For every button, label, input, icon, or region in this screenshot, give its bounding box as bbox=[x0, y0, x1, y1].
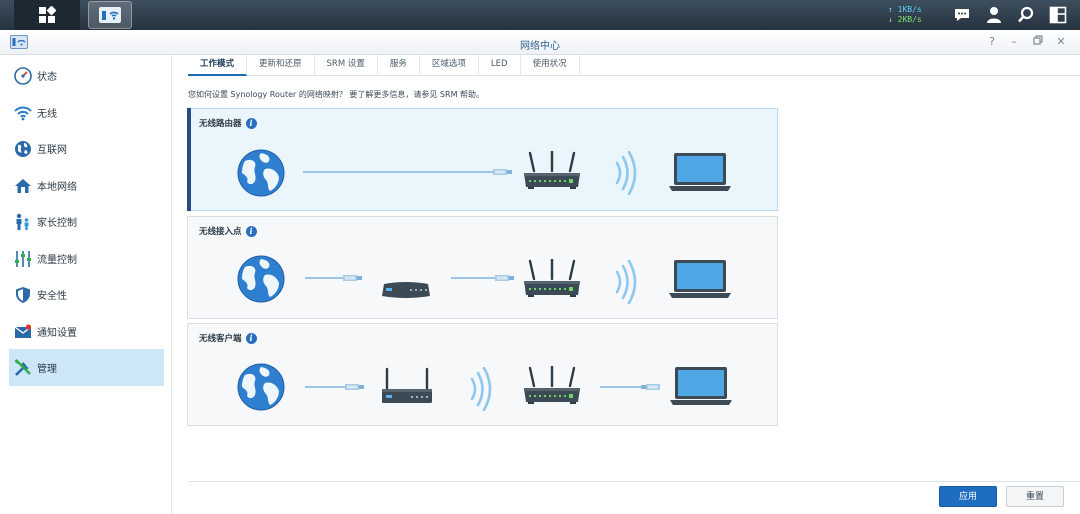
main-menu-button[interactable] bbox=[14, 0, 80, 30]
tab-operation-mode[interactable]: 工作模式 bbox=[188, 55, 248, 76]
mode-wireless-access-point[interactable]: 无线接入点 i bbox=[187, 216, 778, 319]
modem-icon bbox=[382, 282, 430, 298]
sidebar-item-administration[interactable]: 管理 bbox=[9, 349, 164, 386]
reset-button[interactable]: 重置 bbox=[1006, 486, 1064, 507]
cable-plug-icon bbox=[641, 384, 660, 390]
notification-icon bbox=[14, 323, 32, 341]
wifi-waves-icon bbox=[615, 260, 637, 304]
network-center-taskbar-button[interactable] bbox=[88, 1, 132, 29]
apply-button[interactable]: 应用 bbox=[939, 486, 997, 507]
wifi-waves-icon bbox=[615, 151, 637, 195]
upload-speed: 1KB/s bbox=[897, 5, 922, 14]
window-titlebar[interactable]: 网络中心 ? – ✕ bbox=[0, 30, 1080, 55]
internet-globe-icon bbox=[237, 363, 285, 411]
sidebar: 状态 无线 互联网 本地网络 家长控制 流量控制 安全性 通知设置 管理 bbox=[0, 55, 172, 514]
upload-arrow-icon: ↑ bbox=[888, 5, 893, 14]
sidebar-item-label: 管理 bbox=[37, 364, 57, 375]
network-center-app-icon bbox=[99, 7, 121, 23]
globe-icon bbox=[14, 140, 32, 158]
close-icon: ✕ bbox=[1056, 35, 1066, 48]
speedometer-icon bbox=[14, 66, 32, 85]
restore-button[interactable] bbox=[1031, 35, 1045, 49]
cable-plug-icon bbox=[493, 169, 512, 175]
mode-wireless-router[interactable]: 无线路由器 i bbox=[187, 108, 778, 211]
network-speed-indicator: ↑ 1KB/s ↓ 2KB/s bbox=[888, 5, 922, 25]
download-arrow-icon: ↓ bbox=[888, 15, 893, 24]
search-button[interactable] bbox=[1016, 5, 1036, 25]
sidebar-item-traffic-control[interactable]: 流量控制 bbox=[9, 240, 164, 277]
sidebar-item-wireless[interactable]: 无线 bbox=[9, 94, 164, 131]
sidebar-item-parental-control[interactable]: 家长控制 bbox=[9, 203, 164, 240]
tab-usage-status[interactable]: 使用状况 bbox=[521, 55, 580, 76]
sidebar-item-notification[interactable]: 通知设置 bbox=[9, 313, 164, 350]
router-icon bbox=[522, 366, 582, 406]
user-icon bbox=[987, 7, 1001, 23]
internet-globe-icon bbox=[237, 149, 285, 197]
access-point-diagram bbox=[237, 255, 731, 304]
footer-divider bbox=[188, 481, 1080, 482]
help-button[interactable]: ? bbox=[985, 35, 999, 49]
cable-plug-icon bbox=[495, 275, 514, 281]
tab-update-restore[interactable]: 更新和还原 bbox=[247, 55, 315, 76]
restore-icon bbox=[1033, 35, 1043, 45]
sidebar-item-label: 本地网络 bbox=[37, 182, 77, 193]
minimize-button[interactable]: – bbox=[1007, 35, 1021, 49]
sidebar-item-local-network[interactable]: 本地网络 bbox=[9, 167, 164, 204]
tab-led[interactable]: LED bbox=[479, 55, 521, 76]
sidebar-item-label: 互联网 bbox=[37, 145, 67, 156]
sidebar-item-label: 状态 bbox=[37, 72, 57, 83]
home-network-icon bbox=[14, 177, 32, 195]
tab-bar: 工作模式 更新和还原 SRM 设置 服务 区域选项 LED 使用状况 bbox=[188, 55, 1080, 76]
wifi-waves-icon bbox=[470, 367, 492, 411]
sidebar-item-internet[interactable]: 互联网 bbox=[9, 130, 164, 167]
sidebar-item-security[interactable]: 安全性 bbox=[9, 276, 164, 313]
close-button[interactable]: ✕ bbox=[1054, 35, 1068, 49]
wifi-icon bbox=[14, 104, 32, 122]
sliders-icon bbox=[14, 250, 32, 268]
cable-plug-icon bbox=[345, 384, 364, 390]
mode-description: 您如何设置 Synology Router 的网络映射？ 要了解更多信息，请参见… bbox=[188, 90, 485, 99]
sidebar-item-label: 通知设置 bbox=[37, 328, 77, 339]
sidebar-item-label: 无线 bbox=[37, 109, 57, 120]
shield-icon bbox=[14, 286, 32, 304]
taskbar: ↑ 1KB/s ↓ 2KB/s bbox=[0, 0, 1080, 30]
search-icon bbox=[1018, 6, 1034, 23]
mode-wireless-client[interactable]: 无线客户端 i bbox=[187, 323, 778, 426]
sidebar-item-status[interactable]: 状态 bbox=[9, 57, 164, 94]
download-speed: 2KB/s bbox=[897, 15, 922, 24]
widgets-button[interactable] bbox=[1048, 5, 1068, 25]
sidebar-item-label: 流量控制 bbox=[37, 255, 77, 266]
family-icon bbox=[14, 213, 32, 231]
laptop-icon bbox=[669, 153, 731, 191]
user-button[interactable] bbox=[984, 5, 1004, 25]
router-icon bbox=[522, 151, 582, 191]
internet-globe-icon bbox=[237, 255, 285, 303]
tab-regional-options[interactable]: 区域选项 bbox=[420, 55, 479, 76]
router-icon bbox=[522, 259, 582, 299]
wireless-router-icon bbox=[381, 367, 433, 405]
wireless-client-diagram bbox=[237, 363, 732, 411]
laptop-icon bbox=[670, 367, 732, 405]
tab-srm-settings[interactable]: SRM 设置 bbox=[315, 55, 378, 76]
help-icon: ? bbox=[989, 35, 995, 48]
cable-plug-icon bbox=[343, 275, 362, 281]
tools-icon bbox=[14, 358, 32, 377]
widgets-icon bbox=[1049, 6, 1067, 24]
tab-services[interactable]: 服务 bbox=[378, 55, 420, 76]
chat-icon bbox=[955, 9, 969, 21]
laptop-icon bbox=[669, 260, 731, 298]
main-menu-icon bbox=[39, 6, 56, 23]
chat-button[interactable] bbox=[952, 5, 972, 25]
sidebar-item-label: 安全性 bbox=[37, 291, 67, 302]
wireless-router-diagram bbox=[237, 149, 731, 197]
minimize-icon: – bbox=[1011, 35, 1017, 48]
window-title: 网络中心 bbox=[520, 41, 560, 52]
sidebar-item-label: 家长控制 bbox=[37, 218, 77, 229]
